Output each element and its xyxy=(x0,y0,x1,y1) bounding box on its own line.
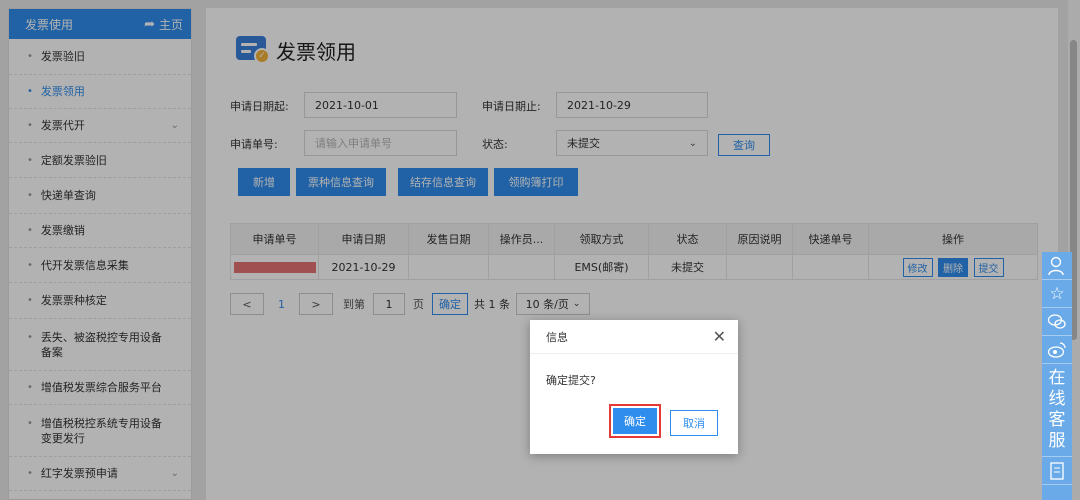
user-icon[interactable] xyxy=(1042,252,1072,280)
online-service-bar: ☆ 在 线 客 服 xyxy=(1042,252,1072,500)
service-char: 线 xyxy=(1048,389,1066,409)
confirm-dialog: 信息 ✕ 确定提交? 确定 取消 xyxy=(530,320,738,454)
service-char: 客 xyxy=(1048,410,1066,430)
weibo-icon[interactable] xyxy=(1042,336,1072,364)
wechat-icon[interactable] xyxy=(1042,308,1072,336)
dialog-message: 确定提交? xyxy=(546,374,596,387)
star-icon[interactable]: ☆ xyxy=(1042,280,1072,308)
online-service-button[interactable]: 在 线 客 服 xyxy=(1042,364,1072,457)
service-char: 在 xyxy=(1048,368,1066,388)
close-icon[interactable]: ✕ xyxy=(713,327,726,346)
highlight-box: 确定 xyxy=(609,404,661,438)
dialog-cancel-button[interactable]: 取消 xyxy=(670,410,718,436)
service-char: 服 xyxy=(1048,431,1066,451)
dialog-ok-button[interactable]: 确定 xyxy=(613,408,657,434)
document-icon[interactable] xyxy=(1042,457,1072,485)
dialog-header: 信息 ✕ xyxy=(530,320,738,354)
dialog-title: 信息 xyxy=(546,330,568,344)
